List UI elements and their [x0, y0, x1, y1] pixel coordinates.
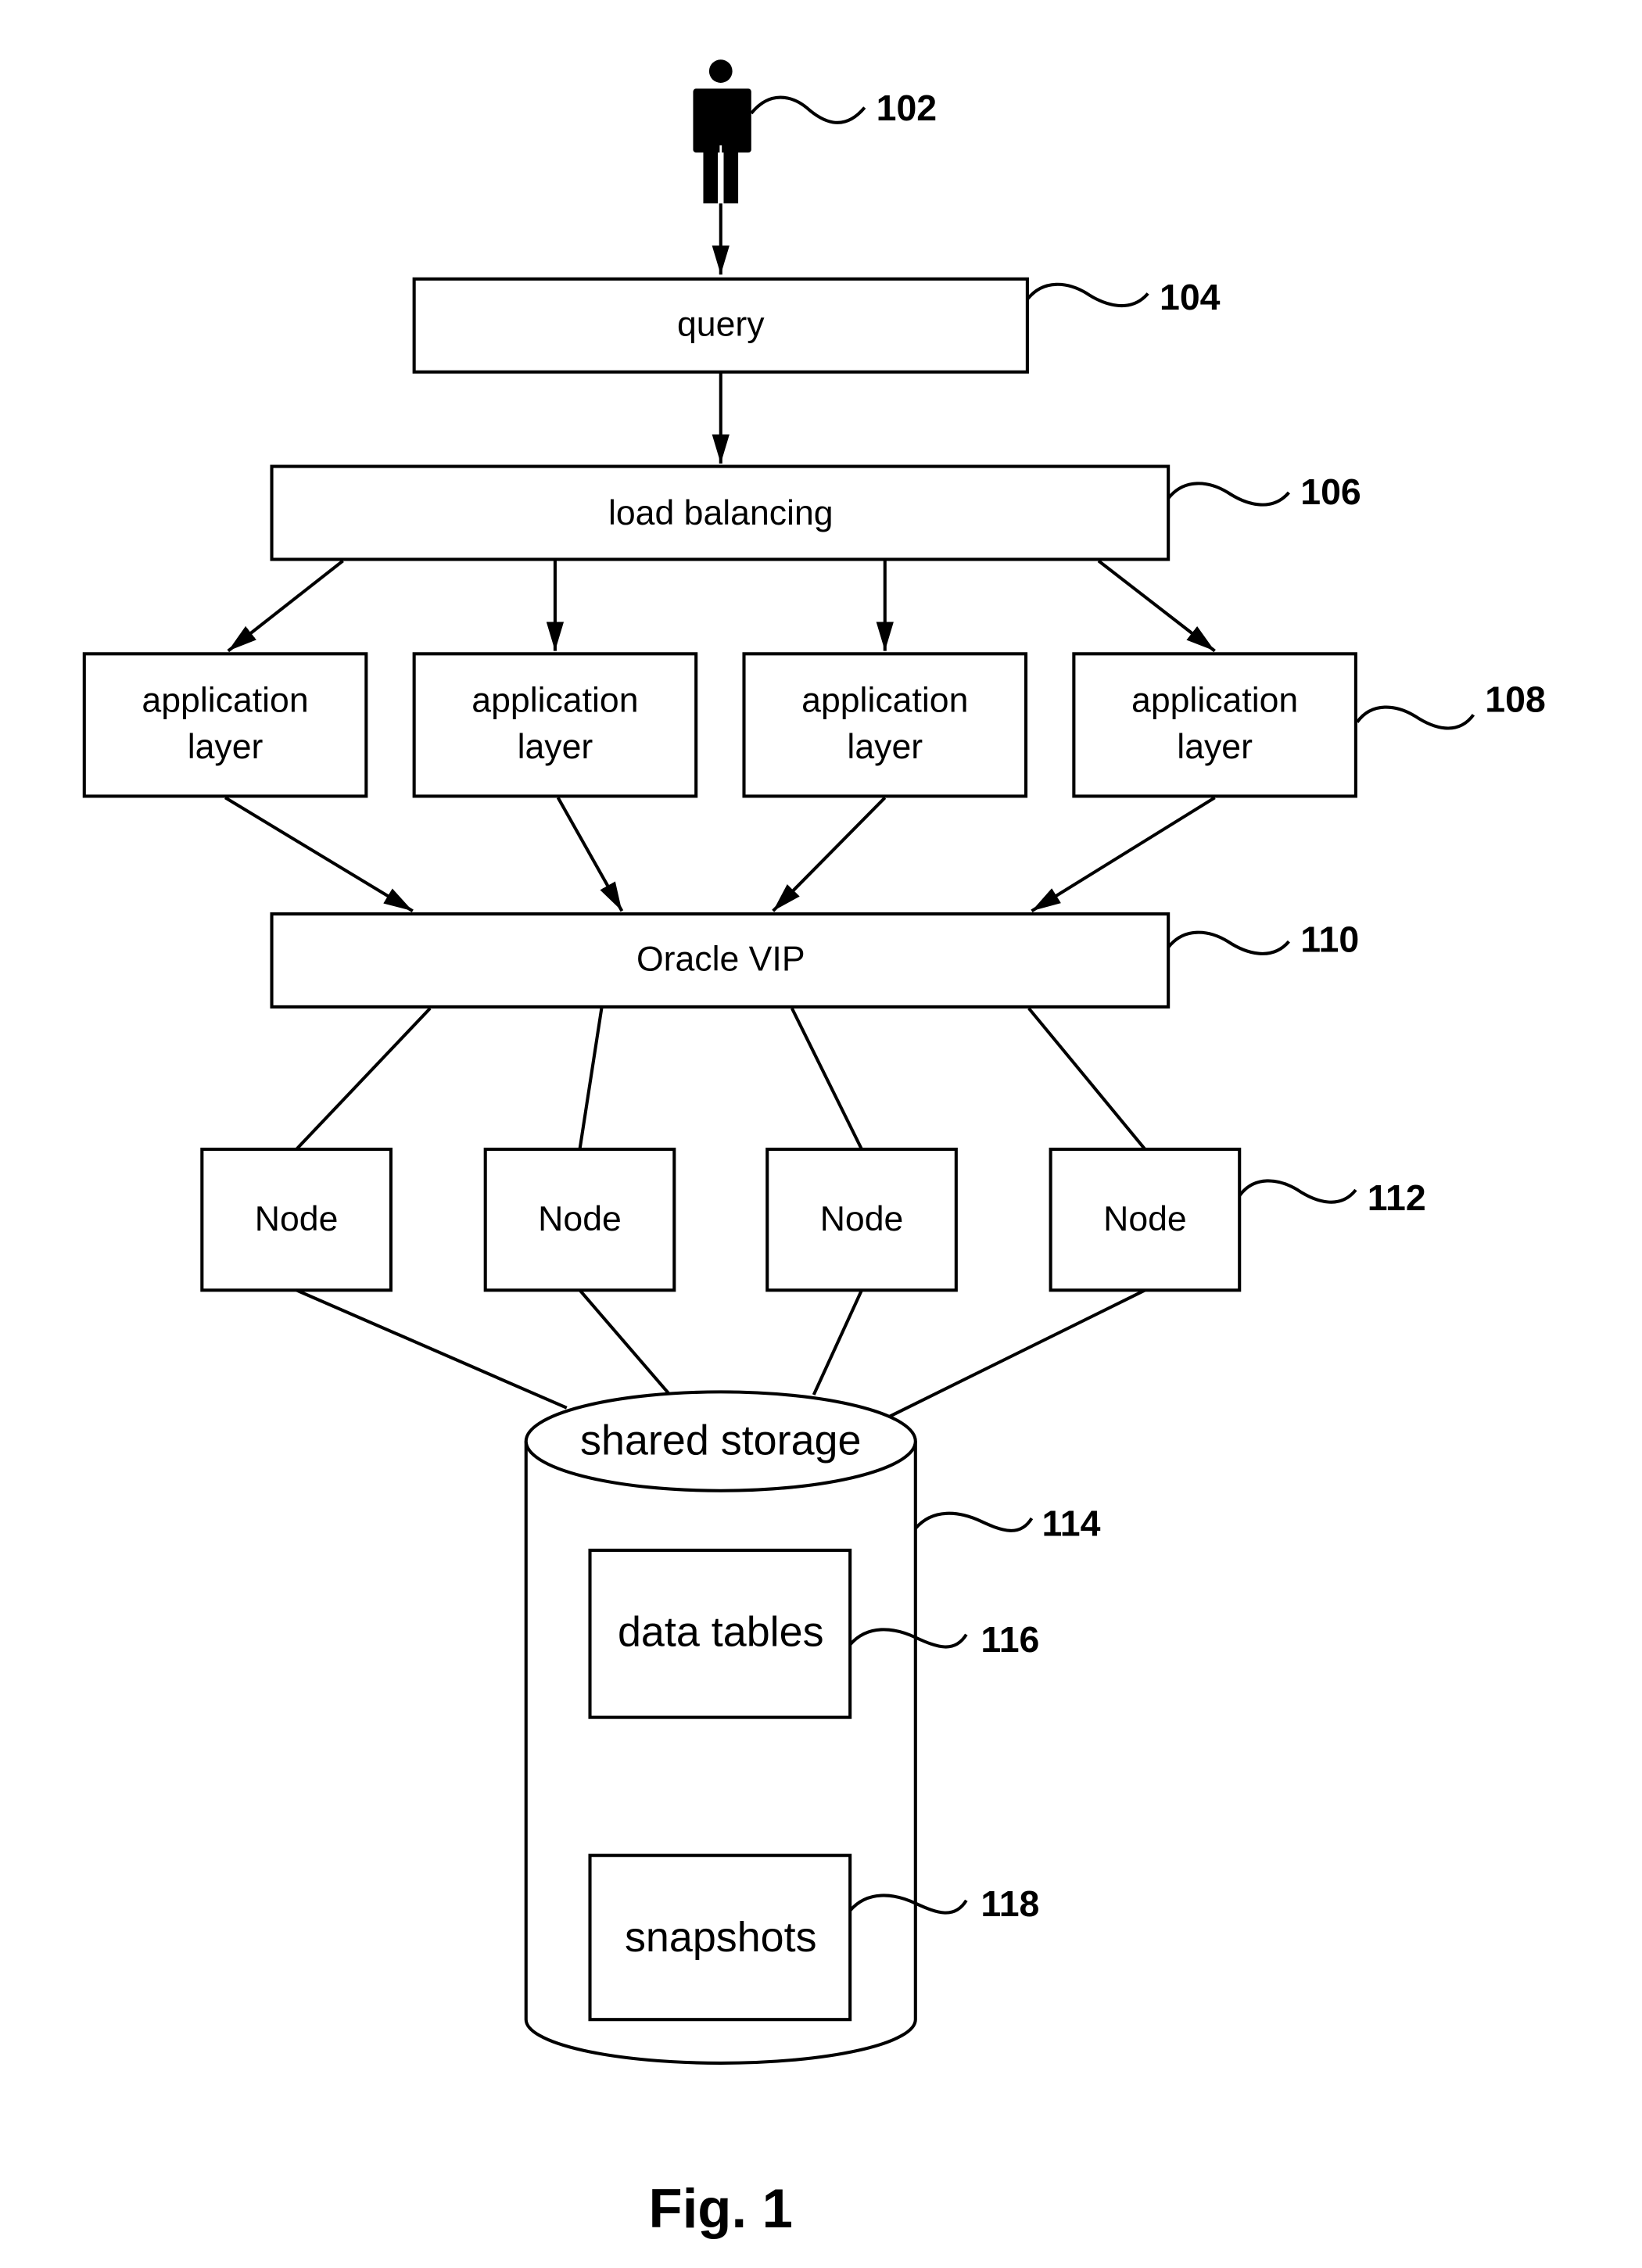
- application-layer-4-line2: layer: [1177, 728, 1253, 766]
- link-vip-to-node-1: [295, 1007, 432, 1151]
- application-layer-3-line2: layer: [847, 728, 923, 766]
- user-icon: [693, 59, 751, 204]
- ref-116: 116: [981, 1619, 1039, 1660]
- data-tables-label: data tables: [618, 1609, 824, 1656]
- link-node-2-to-storage: [578, 1288, 672, 1396]
- node-4: Node: [1049, 1147, 1242, 1292]
- arrow-app-2-to-vip: [556, 797, 624, 912]
- application-layer-1: application layer: [82, 652, 368, 798]
- load-balancing-box: load balancing: [270, 464, 1171, 561]
- link-node-4-to-storage: [888, 1288, 1146, 1418]
- arrow-lb-to-app-4: [1097, 559, 1216, 653]
- leader-line-112: [1238, 1179, 1357, 1204]
- ref-104: 104: [1160, 277, 1221, 317]
- link-node-1-to-storage: [296, 1288, 568, 1410]
- link-vip-to-node-3: [790, 1007, 863, 1150]
- snapshots-label: snapshots: [625, 1914, 817, 1961]
- ref-112: 112: [1368, 1177, 1426, 1218]
- link-vip-to-node-4: [1027, 1007, 1147, 1151]
- figure-caption: Fig. 1: [649, 2177, 793, 2239]
- node-2: Node: [483, 1147, 676, 1292]
- node-3-label: Node: [820, 1200, 904, 1238]
- shared-storage-label: shared storage: [580, 1417, 861, 1464]
- oracle-vip-box: Oracle VIP: [270, 912, 1171, 1009]
- application-layer-3: application layer: [742, 652, 1028, 798]
- leader-line-108: [1356, 705, 1475, 730]
- application-layer-2-line1: application: [471, 682, 638, 720]
- application-layer-4-line1: application: [1131, 682, 1298, 720]
- link-node-3-to-storage: [812, 1289, 863, 1396]
- leader-line-104: [1026, 282, 1149, 307]
- query-box: query: [412, 277, 1029, 374]
- load-balancing-label: load balancing: [608, 494, 834, 532]
- application-layer-3-line1: application: [801, 682, 968, 720]
- application-layer-2: application layer: [412, 652, 698, 798]
- leader-line-114: [914, 1511, 1034, 1532]
- ref-108: 108: [1485, 679, 1546, 720]
- data-tables-box: data tables: [588, 1548, 852, 1719]
- leader-line-110: [1167, 930, 1290, 955]
- node-4-label: Node: [1103, 1200, 1187, 1238]
- node-3: Node: [765, 1147, 958, 1292]
- application-layer-2-line2: layer: [518, 728, 593, 766]
- ref-114: 114: [1041, 1503, 1100, 1543]
- arrow-lb-to-app-1: [227, 559, 344, 653]
- application-layer-1-line1: application: [142, 682, 308, 720]
- leader-line-102: [750, 95, 866, 124]
- link-vip-to-node-2: [578, 1008, 604, 1150]
- oracle-vip-label: Oracle VIP: [636, 940, 805, 978]
- ref-106: 106: [1300, 471, 1361, 512]
- arrow-app-4-to-vip: [1031, 796, 1216, 912]
- application-layer-4: application layer: [1072, 652, 1357, 798]
- snapshots-box: snapshots: [588, 1854, 852, 2022]
- node-1-label: Node: [255, 1200, 339, 1238]
- arrow-app-3-to-vip: [772, 796, 887, 912]
- arrow-app-1-to-vip: [224, 796, 414, 912]
- ref-110: 110: [1300, 919, 1359, 959]
- architecture-diagram: 102 query 104 load balancing 106 applica…: [82, 59, 1546, 2239]
- node-2-label: Node: [538, 1200, 622, 1238]
- node-1: Node: [200, 1147, 393, 1292]
- query-label: query: [677, 305, 765, 343]
- leader-line-106: [1167, 482, 1290, 507]
- application-layer-1-line2: layer: [188, 728, 264, 766]
- ref-102: 102: [877, 88, 938, 128]
- ref-118: 118: [981, 1883, 1039, 1924]
